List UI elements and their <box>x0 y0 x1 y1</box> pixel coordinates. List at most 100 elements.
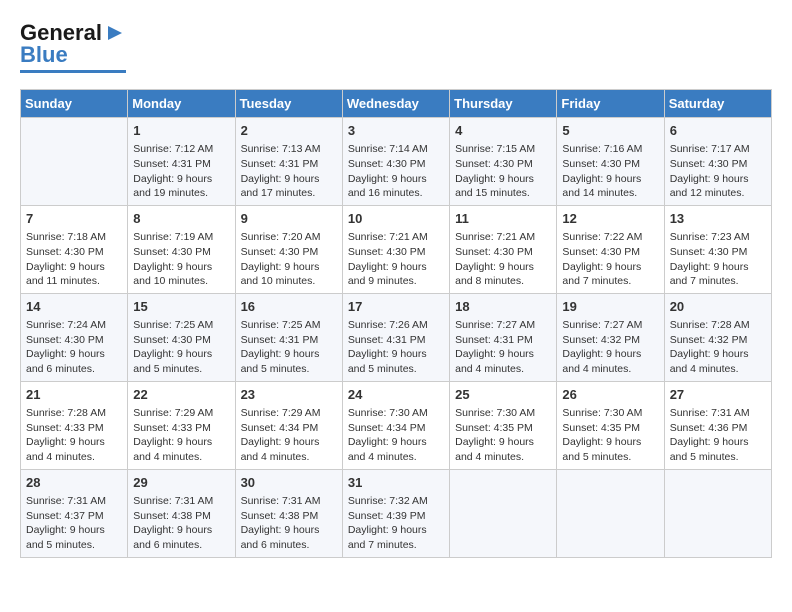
date-number: 22 <box>133 386 229 404</box>
date-number: 10 <box>348 210 444 228</box>
sunrise-label: Sunrise: 7:26 AM <box>348 319 428 331</box>
sunset-label: Sunset: 4:34 PM <box>241 422 319 434</box>
sunset-label: Sunset: 4:34 PM <box>348 422 426 434</box>
daylight-label: Daylight: 9 hours and 7 minutes. <box>670 261 749 288</box>
logo-blue: Blue <box>20 42 68 68</box>
daylight-label: Daylight: 9 hours and 10 minutes. <box>241 261 320 288</box>
calendar-cell <box>21 118 128 206</box>
calendar-cell: 3Sunrise: 7:14 AMSunset: 4:30 PMDaylight… <box>342 118 449 206</box>
sunrise-label: Sunrise: 7:19 AM <box>133 231 213 243</box>
calendar-cell: 9 Sunrise: 7:20 AMSunset: 4:30 PMDaylight… <box>235 205 342 293</box>
cell-info: Sunrise: 7:27 AMSunset: 4:31 PMDaylight:… <box>455 318 551 377</box>
daylight-label: Daylight: 9 hours and 15 minutes. <box>455 173 534 200</box>
calendar-cell: 19Sunrise: 7:27 AMSunset: 4:32 PMDayligh… <box>557 293 664 381</box>
daylight-label: Daylight: 9 hours and 7 minutes. <box>562 261 641 288</box>
sunrise-label: Sunrise: 7:31 AM <box>241 495 321 507</box>
daylight-label: Daylight: 9 hours and 7 minutes. <box>348 524 427 551</box>
date-number: 16 <box>241 298 337 316</box>
sunset-label: Sunset: 4:30 PM <box>670 158 748 170</box>
daylight-label: Daylight: 9 hours and 17 minutes. <box>241 173 320 200</box>
sunrise-label: Sunrise: 7:28 AM <box>26 407 106 419</box>
date-number: 15 <box>133 298 229 316</box>
sunset-label: Sunset: 4:31 PM <box>455 334 533 346</box>
cell-info: Sunrise: 7:21 AMSunset: 4:30 PMDaylight:… <box>455 230 551 289</box>
sunrise-label: Sunrise: 7:17 AM <box>670 143 750 155</box>
cell-info: Sunrise: 7:29 AMSunset: 4:34 PMDaylight:… <box>241 406 337 465</box>
sunset-label: Sunset: 4:31 PM <box>348 334 426 346</box>
sunset-label: Sunset: 4:30 PM <box>133 246 211 258</box>
cell-info: Sunrise: 7:23 AMSunset: 4:30 PMDaylight:… <box>670 230 766 289</box>
calendar-cell: 5 Sunrise: 7:16 AMSunset: 4:30 PMDaylight… <box>557 118 664 206</box>
date-number: 30 <box>241 474 337 492</box>
sunset-label: Sunset: 4:30 PM <box>26 246 104 258</box>
date-number: 24 <box>348 386 444 404</box>
cell-info: Sunrise: 7:22 AM Sunset: 4:30 PM Daylight:… <box>562 230 658 289</box>
sunrise-label: Sunrise: 7:22 AM <box>562 231 642 243</box>
calendar-week-row: 28Sunrise: 7:31 AMSunset: 4:37 PMDayligh… <box>21 469 772 557</box>
daylight-label: Daylight: 9 hours and 4 minutes. <box>26 436 105 463</box>
cell-info: Sunrise: 7:29 AMSunset: 4:33 PMDaylight:… <box>133 406 229 465</box>
sunrise-label: Sunrise: 7:15 AM <box>455 143 535 155</box>
sunset-label: Sunset: 4:32 PM <box>670 334 748 346</box>
date-number: 28 <box>26 474 122 492</box>
day-header-thursday: Thursday <box>450 90 557 118</box>
daylight-label: Daylight: 9 hours and 5 minutes. <box>133 348 212 375</box>
calendar-cell <box>664 469 771 557</box>
date-number: 11 <box>455 210 551 228</box>
sunset-label: Sunset: 4:31 PM <box>133 158 211 170</box>
calendar-cell <box>557 469 664 557</box>
cell-info: Sunrise: 7:30 AMSunset: 4:34 PMDaylight:… <box>348 406 444 465</box>
calendar-cell: 27Sunrise: 7:31 AMSunset: 4:36 PMDayligh… <box>664 381 771 469</box>
sunset-label: Sunset: 4:38 PM <box>241 510 319 522</box>
sunset-label: Sunset: 4:30 PM <box>562 246 640 258</box>
date-number: 27 <box>670 386 766 404</box>
calendar-cell: 18Sunrise: 7:27 AMSunset: 4:31 PMDayligh… <box>450 293 557 381</box>
sunrise-label: Sunrise: 7:13 AM <box>241 143 321 155</box>
daylight-label: Daylight: 9 hours and 14 minutes. <box>562 173 641 200</box>
date-number: 5 <box>562 122 658 140</box>
calendar-cell: 22 Sunrise: 7:29 AMSunset: 4:33 PMDayligh… <box>128 381 235 469</box>
daylight-label: Daylight: 9 hours and 5 minutes. <box>562 436 641 463</box>
calendar-week-row: 14 Sunrise: 7:24 AMSunset: 4:30 PMDayligh… <box>21 293 772 381</box>
sunset-label: Sunset: 4:39 PM <box>348 510 426 522</box>
cell-info: Sunrise: 7:30 AMSunset: 4:35 PMDaylight:… <box>455 406 551 465</box>
date-number: 4 <box>455 122 551 140</box>
date-number: 2 <box>241 122 337 140</box>
date-number: 14 <box>26 298 122 316</box>
sunrise-label: Sunrise: 7:14 AM <box>348 143 428 155</box>
date-number: 25 <box>455 386 551 404</box>
sunrise-label: Sunrise: 7:12 AM <box>133 143 213 155</box>
sunrise-label: Sunrise: 7:27 AM <box>562 319 642 331</box>
calendar-cell: 31Sunrise: 7:32 AMSunset: 4:39 PMDayligh… <box>342 469 449 557</box>
daylight-label: Daylight: 9 hours and 5 minutes. <box>26 524 105 551</box>
cell-info: Sunrise: 7:14 AMSunset: 4:30 PMDaylight:… <box>348 142 444 201</box>
date-number: 21 <box>26 386 122 404</box>
calendar-cell: 29Sunrise: 7:31 AMSunset: 4:38 PMDayligh… <box>128 469 235 557</box>
daylight-label: Daylight: 9 hours and 8 minutes. <box>455 261 534 288</box>
daylight-label: Daylight: 9 hours and 4 minutes. <box>241 436 320 463</box>
sunset-label: Sunset: 4:30 PM <box>455 246 533 258</box>
sunset-label: Sunset: 4:33 PM <box>133 422 211 434</box>
calendar-cell: 28Sunrise: 7:31 AMSunset: 4:37 PMDayligh… <box>21 469 128 557</box>
cell-info: Sunrise: 7:24 AMSunset: 4:30 PMDaylight:… <box>26 318 122 377</box>
cell-info: Sunrise: 7:28 AMSunset: 4:33 PMDaylight:… <box>26 406 122 465</box>
calendar-cell: 4 Sunrise: 7:15 AMSunset: 4:30 PMDaylight… <box>450 118 557 206</box>
date-number: 13 <box>670 210 766 228</box>
sunrise-label: Sunrise: 7:25 AM <box>241 319 321 331</box>
sunset-label: Sunset: 4:35 PM <box>455 422 533 434</box>
cell-info: Sunrise: 7:16 AMSunset: 4:30 PMDaylight:… <box>562 142 658 201</box>
cell-info: Sunrise: 7:15 AMSunset: 4:30 PMDaylight:… <box>455 142 551 201</box>
cell-info: Sunrise: 7:17 AMSunset: 4:30 PMDaylight:… <box>670 142 766 201</box>
cell-info: Sunrise: 7:25 AMSunset: 4:31 PMDaylight:… <box>241 318 337 377</box>
calendar-cell: 25 Sunrise: 7:30 AMSunset: 4:35 PMDayligh… <box>450 381 557 469</box>
date-number: 9 <box>241 210 337 228</box>
day-header-sunday: Sunday <box>21 90 128 118</box>
calendar-cell: 20Sunrise: 7:28 AMSunset: 4:32 PMDayligh… <box>664 293 771 381</box>
sunrise-label: Sunrise: 7:28 AM <box>670 319 750 331</box>
sunset-label: Sunset: 4:30 PM <box>348 246 426 258</box>
calendar-cell: 23Sunrise: 7:29 AMSunset: 4:34 PMDayligh… <box>235 381 342 469</box>
cell-info: Sunrise: 7:20 AMSunset: 4:30 PMDaylight:… <box>241 230 337 289</box>
cell-info: Sunrise: 7:12 AMSunset: 4:31 PMDaylight:… <box>133 142 229 201</box>
daylight-label: Daylight: 9 hours and 5 minutes. <box>241 348 320 375</box>
calendar-cell: 21 Sunrise: 7:28 AMSunset: 4:33 PMDayligh… <box>21 381 128 469</box>
